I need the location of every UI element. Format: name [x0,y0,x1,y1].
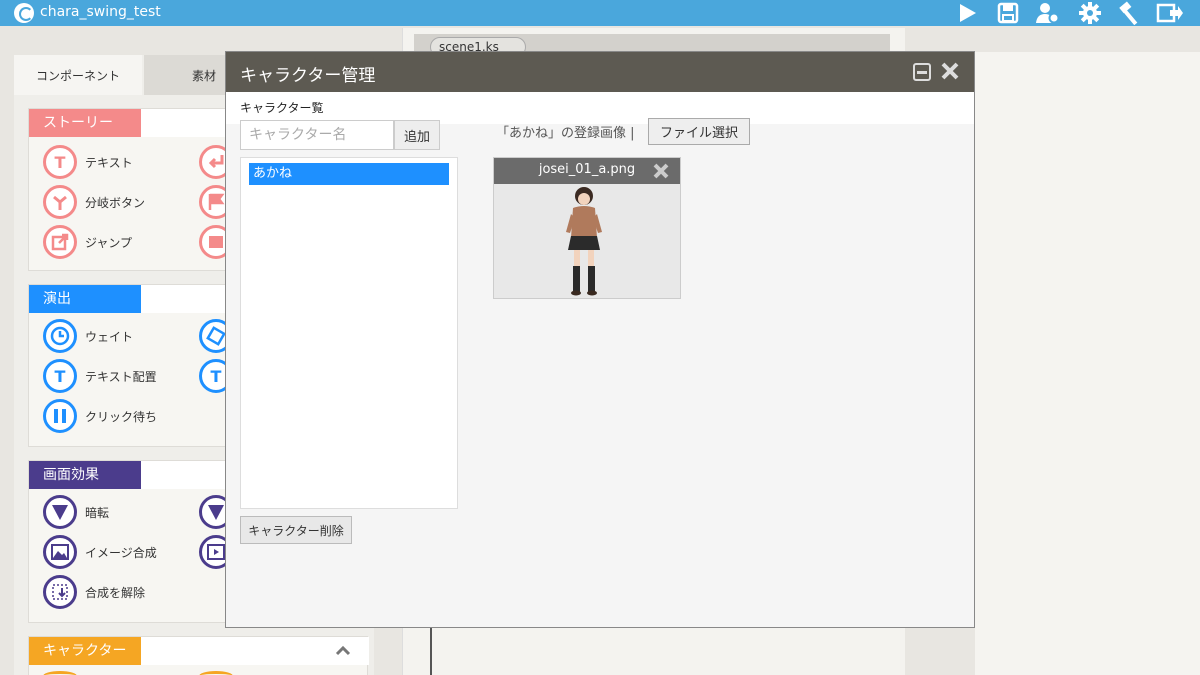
minimize-icon[interactable] [912,62,932,82]
component-click-wait-label: クリック待ち [85,409,158,424]
text-icon: T [43,145,77,179]
branch-icon [43,185,77,219]
editor-divider [430,628,432,675]
clock-icon [43,319,77,353]
character-name-input[interactable] [240,120,394,150]
exit-icon[interactable] [1155,0,1185,26]
component-blackout[interactable]: 暗転 [43,495,109,529]
pause-icon [43,399,77,433]
component-text-label: テキスト [85,155,133,170]
jump-icon [43,225,77,259]
component-wait-label: ウェイト [85,329,134,344]
section-story-label: ストーリー [29,109,141,137]
character-icon [43,671,77,675]
tab-components[interactable]: コンポーネント [14,55,142,95]
component-wait[interactable]: ウェイト [43,319,133,353]
registered-images-label: 「あかね」の登録画像 | [496,126,635,141]
component-text-position[interactable]: T テキスト配置 [43,359,157,393]
play-icon[interactable] [952,0,982,26]
component-text[interactable]: T テキスト [43,145,133,179]
gear-icon[interactable] [1075,0,1105,26]
remove-image-icon[interactable] [652,162,670,180]
section-effects-label: 演出 [29,285,141,313]
file-select-button[interactable]: ファイル選択 [648,118,750,145]
section-character-label: キャラクター [29,637,141,665]
chevron-up-icon[interactable] [335,643,351,659]
component-branch-label: 分岐ボタン [85,195,146,210]
section-character: キャラクター [28,636,369,675]
component-remove-composite-label: 合成を解除 [85,585,146,600]
close-icon[interactable] [940,61,960,81]
title-bar: chara_swing_test [0,0,1200,26]
character-icon-2 [199,671,233,675]
character-manager-dialog: キャラクター管理 キャラクター覧 追加 あかね キャラクター削除 「あかね」の登… [225,51,975,628]
component-image-composite-label: イメージ合成 [85,545,157,560]
user-settings-icon[interactable] [1033,0,1063,26]
component-blackout-label: 暗転 [85,505,110,520]
app-logo-icon [14,3,34,23]
build-icon[interactable] [1115,0,1145,26]
image-card: josei_01_a.png [493,157,681,299]
component-branch-button[interactable]: 分岐ボタン [43,185,145,219]
character-list: あかね [240,157,458,509]
save-icon[interactable] [993,0,1023,26]
add-character-button[interactable]: 追加 [394,120,440,150]
list-item[interactable]: あかね [249,163,449,185]
blackout-icon [43,495,77,529]
right-panel [975,52,1200,675]
component-click-wait[interactable]: クリック待ち [43,399,157,433]
dialog-header: キャラクター管理 [226,52,974,92]
remove-composite-icon [43,575,77,609]
component-jump-label: ジャンプ [85,235,133,250]
dialog-title: キャラクター管理 [240,66,376,86]
section-character-header[interactable]: キャラクター [29,637,369,665]
component-jump[interactable]: ジャンプ [43,225,132,259]
component-text-position-label: テキスト配置 [85,369,157,384]
image-filename: josei_01_a.png [538,162,636,177]
image-icon [43,535,77,569]
component-remove-composite[interactable]: 合成を解除 [43,575,145,609]
component-image-composite[interactable]: イメージ合成 [43,535,157,569]
project-title: chara_swing_test [40,4,161,20]
section-screen-label: 画面効果 [29,461,141,489]
character-list-caption: キャラクター覧 [240,101,324,115]
character-image [554,186,614,296]
delete-character-button[interactable]: キャラクター削除 [240,516,352,544]
text-position-icon: T [43,359,77,393]
